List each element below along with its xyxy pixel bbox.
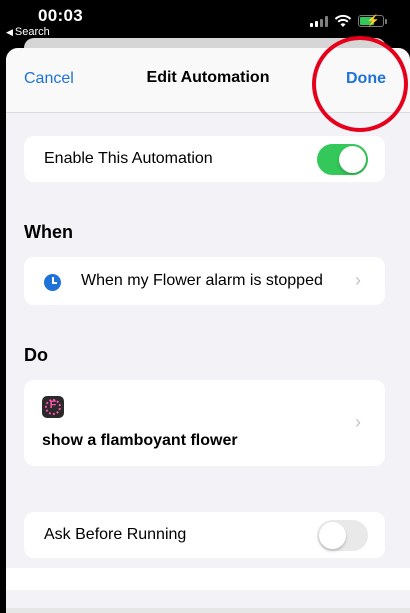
chevron-right-icon: › bbox=[355, 270, 361, 290]
enable-automation-toggle[interactable] bbox=[317, 144, 368, 175]
chevron-right-icon: › bbox=[355, 412, 361, 432]
back-to-search-label: Search bbox=[14, 26, 50, 38]
when-section-header: When bbox=[24, 222, 73, 242]
signal-icon bbox=[310, 16, 328, 27]
ask-before-running-row[interactable]: Ask Before Running bbox=[24, 512, 385, 558]
back-triangle-icon: ◀ bbox=[6, 27, 13, 37]
when-trigger-row[interactable]: When my Flower alarm is stopped › bbox=[24, 257, 385, 305]
battery-cap bbox=[385, 19, 387, 24]
annotation-circle bbox=[312, 36, 408, 132]
ask-before-running-label: Ask Before Running bbox=[44, 526, 187, 543]
flower-app-icon: F bbox=[42, 396, 64, 418]
enable-automation-label: Enable This Automation bbox=[44, 150, 213, 167]
ask-before-running-toggle[interactable] bbox=[317, 520, 368, 551]
status-time: 00:03 bbox=[38, 6, 83, 25]
battery-icon: ⚡ bbox=[358, 15, 384, 27]
enable-automation-row[interactable]: Enable This Automation bbox=[24, 136, 385, 182]
do-section-header: Do bbox=[24, 345, 48, 365]
bottom-divider bbox=[6, 608, 410, 613]
status-icons: ⚡ bbox=[310, 14, 390, 28]
wifi-icon bbox=[334, 14, 352, 27]
back-to-search-link[interactable]: ◀ Search bbox=[6, 26, 50, 38]
do-action-label: show a flamboyant flower bbox=[42, 432, 238, 449]
status-bar: 00:03 ◀ Search ⚡ bbox=[0, 0, 410, 42]
bottom-strip bbox=[6, 568, 410, 590]
clock-icon bbox=[44, 274, 61, 291]
do-action-row[interactable]: F show a flamboyant flower › bbox=[24, 380, 385, 466]
edit-automation-sheet: Cancel Edit Automation Done Enable This … bbox=[6, 48, 410, 613]
when-trigger-label: When my Flower alarm is stopped bbox=[81, 272, 323, 289]
